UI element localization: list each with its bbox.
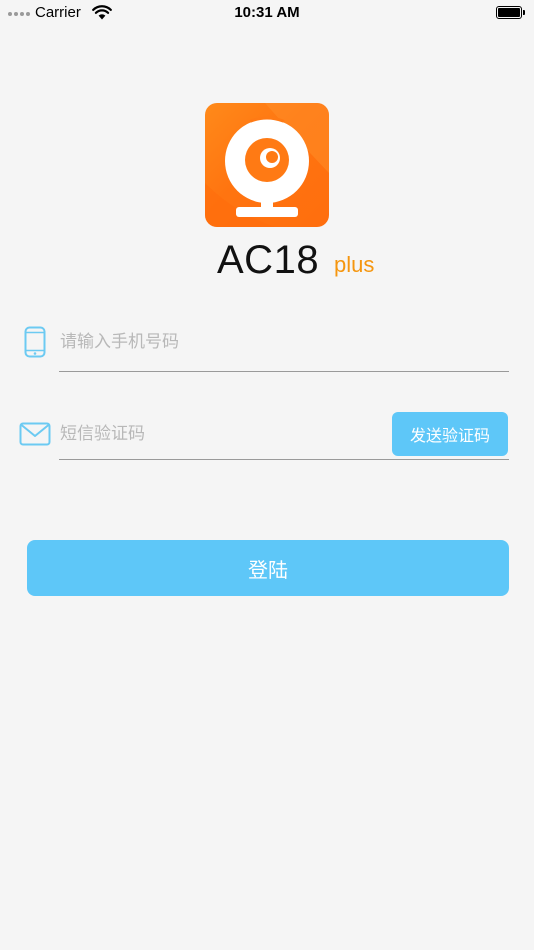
app-name-suffix: plus [334,252,375,277]
send-code-button[interactable]: 发送验证码 [392,412,508,456]
clock: 10:31 AM [234,4,300,21]
login-button[interactable]: 登陆 [27,540,509,596]
webcam-icon [205,103,329,227]
code-input-underline [59,459,509,460]
envelope-icon [19,422,51,446]
phone-number-input[interactable] [60,328,500,356]
sms-code-input[interactable] [60,420,380,448]
mobile-phone-icon [24,326,46,358]
app-name: AC18 [217,238,320,282]
app-logo [205,103,329,227]
status-bar: Carrier 10:31 AM [0,0,534,28]
battery-icon [496,6,525,19]
phone-input-underline [59,371,509,372]
